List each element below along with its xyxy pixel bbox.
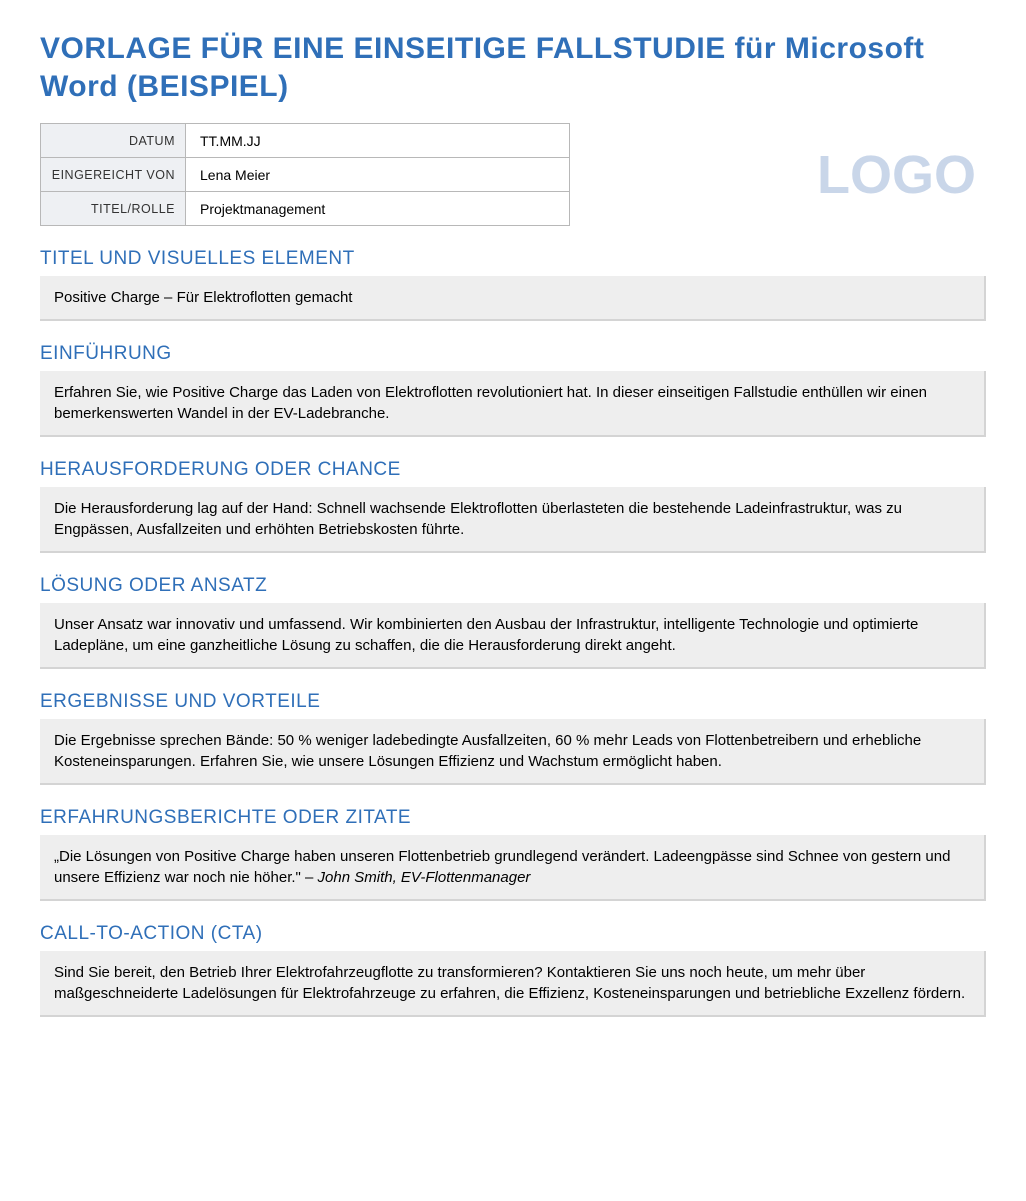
section-body: Sind Sie bereit, den Betrieb Ihrer Elekt…: [40, 951, 986, 1017]
meta-label-titel: TITEL/ROLLE: [41, 192, 186, 226]
section-quotes: ERFAHRUNGSBERICHTE ODER ZITATE „Die Lösu…: [40, 807, 986, 901]
section-heading: ERFAHRUNGSBERICHTE ODER ZITATE: [40, 807, 986, 829]
table-row: TITEL/ROLLE Projektmanagement: [41, 192, 570, 226]
section-cta: CALL-TO-ACTION (CTA) Sind Sie bereit, de…: [40, 923, 986, 1017]
section-heading: TITEL UND VISUELLES ELEMENT: [40, 248, 986, 270]
logo-placeholder: LOGO: [817, 144, 986, 206]
section-body: Die Herausforderung lag auf der Hand: Sc…: [40, 487, 986, 553]
section-challenge: HERAUSFORDERUNG ODER CHANCE Die Herausfo…: [40, 459, 986, 553]
header-row: DATUM TT.MM.JJ EINGEREICHT VON Lena Meie…: [40, 123, 986, 226]
meta-value-eingereicht: Lena Meier: [186, 158, 570, 192]
section-body: Die Ergebnisse sprechen Bände: 50 % weni…: [40, 719, 986, 785]
section-heading: LÖSUNG ODER ANSATZ: [40, 575, 986, 597]
section-heading: EINFÜHRUNG: [40, 343, 986, 365]
meta-label-eingereicht: EINGEREICHT VON: [41, 158, 186, 192]
meta-label-datum: DATUM: [41, 124, 186, 158]
page-title: VORLAGE FÜR EINE EINSEITIGE FALLSTUDIE f…: [40, 30, 986, 105]
meta-value-titel: Projektmanagement: [186, 192, 570, 226]
section-solution: LÖSUNG ODER ANSATZ Unser Ansatz war inno…: [40, 575, 986, 669]
table-row: DATUM TT.MM.JJ: [41, 124, 570, 158]
quote-attribution: John Smith, EV-Flottenmanager: [318, 869, 531, 886]
section-body: Unser Ansatz war innovativ und umfassend…: [40, 603, 986, 669]
meta-value-datum: TT.MM.JJ: [186, 124, 570, 158]
section-intro: EINFÜHRUNG Erfahren Sie, wie Positive Ch…: [40, 343, 986, 437]
section-body: „Die Lösungen von Positive Charge haben …: [40, 835, 986, 901]
section-body: Erfahren Sie, wie Positive Charge das La…: [40, 371, 986, 437]
section-heading: HERAUSFORDERUNG ODER CHANCE: [40, 459, 986, 481]
section-heading: ERGEBNISSE UND VORTEILE: [40, 691, 986, 713]
table-row: EINGEREICHT VON Lena Meier: [41, 158, 570, 192]
section-body: Positive Charge – Für Elektroflotten gem…: [40, 276, 986, 321]
meta-table: DATUM TT.MM.JJ EINGEREICHT VON Lena Meie…: [40, 123, 570, 226]
section-results: ERGEBNISSE UND VORTEILE Die Ergebnisse s…: [40, 691, 986, 785]
section-title-visual: TITEL UND VISUELLES ELEMENT Positive Cha…: [40, 248, 986, 321]
section-heading: CALL-TO-ACTION (CTA): [40, 923, 986, 945]
